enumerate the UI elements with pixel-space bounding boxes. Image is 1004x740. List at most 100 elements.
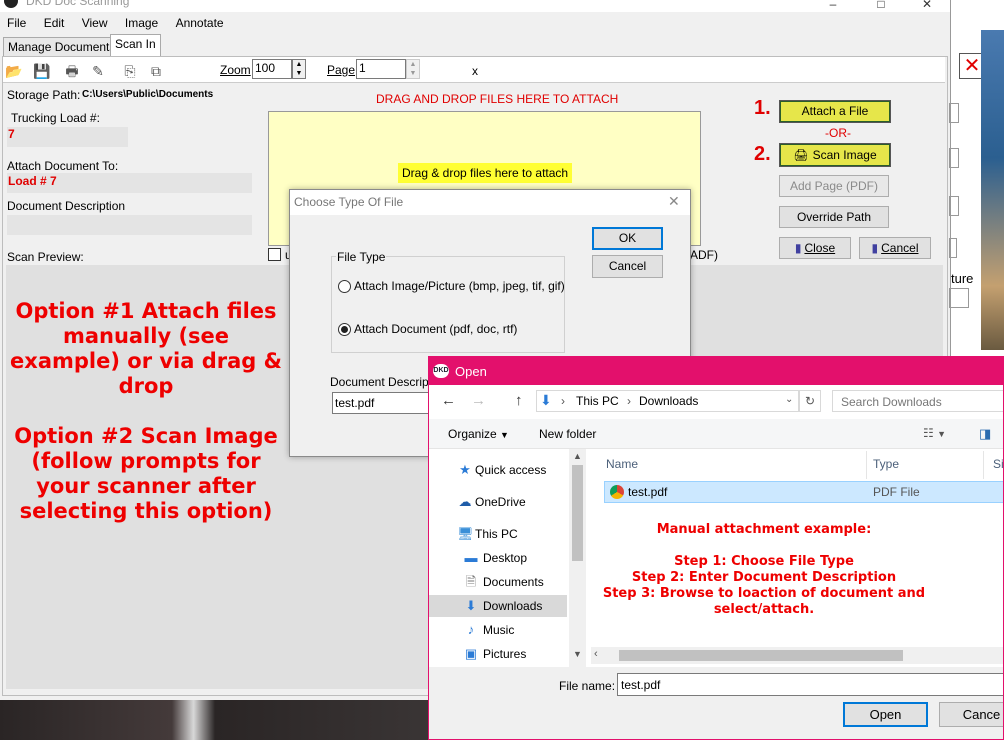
print-icon[interactable]: 🖶 bbox=[62, 62, 82, 80]
doc-desc-label: Document Description bbox=[7, 199, 126, 213]
page-label: Page bbox=[327, 63, 356, 77]
cancel-button[interactable]: ▮ Cancel bbox=[859, 237, 931, 259]
organize-label: Organize bbox=[448, 427, 497, 441]
manual-example-title: Manual attachment example: bbox=[656, 522, 872, 537]
attach-file-button[interactable]: Attach a File bbox=[779, 100, 891, 123]
manual-step-1: Step 1: Choose File Type bbox=[674, 554, 854, 569]
doc-desc-field[interactable] bbox=[7, 215, 252, 235]
choose-dialog-close-icon[interactable]: ✕ bbox=[668, 193, 680, 210]
computer-icon: 🖥 bbox=[457, 526, 474, 541]
menu-file[interactable]: File bbox=[7, 16, 26, 30]
column-size[interactable]: Si bbox=[993, 457, 1003, 471]
ok-button[interactable]: OK bbox=[592, 227, 663, 250]
new-folder-button[interactable]: New folder bbox=[539, 427, 596, 441]
breadcrumb-bar[interactable]: ⬇ › This PC › Downloads ⌄ bbox=[536, 390, 799, 412]
pictures-icon: ▣ bbox=[464, 646, 478, 661]
override-path-label: Override Path bbox=[796, 210, 872, 224]
bg-control bbox=[949, 238, 957, 258]
nav-onedrive[interactable]: ☁ OneDrive bbox=[429, 491, 567, 513]
minimize-button[interactable]: – bbox=[810, 0, 856, 10]
ok-label: OK bbox=[618, 231, 637, 245]
dialog-desc-value: test.pdf bbox=[335, 396, 375, 410]
attach-to-value: Load # 7 bbox=[8, 174, 57, 188]
nav-downloads[interactable]: ⬇ Downloads bbox=[429, 595, 567, 617]
manual-step-2: Step 2: Enter Document Description bbox=[631, 570, 897, 585]
app-icon bbox=[4, 0, 18, 8]
nav-label: Downloads bbox=[483, 599, 543, 613]
nav-this-pc[interactable]: 🖥 This PC bbox=[429, 523, 567, 545]
menu-annotate[interactable]: Annotate bbox=[176, 16, 224, 30]
filename-input[interactable]: test.pdf bbox=[617, 673, 1003, 696]
scroll-thumb[interactable] bbox=[572, 465, 583, 561]
open-title: Open bbox=[455, 364, 487, 379]
nav-desktop[interactable]: ▬ Desktop bbox=[429, 547, 567, 569]
page-input[interactable]: 1 bbox=[356, 59, 406, 79]
choose-cancel-button[interactable]: Cancel bbox=[592, 255, 663, 278]
add-page-label: Add Page (PDF) bbox=[789, 179, 879, 193]
add-page-button[interactable]: Add Page (PDF) bbox=[779, 175, 889, 197]
nav-pictures[interactable]: ▣ Pictures bbox=[429, 643, 567, 665]
back-icon[interactable]: ← bbox=[441, 392, 456, 409]
menu-edit[interactable]: Edit bbox=[44, 16, 65, 30]
choose-dialog-title: Choose Type Of File bbox=[294, 195, 404, 209]
save-icon[interactable]: 💾 bbox=[32, 62, 52, 80]
radio-document[interactable]: Attach Document (pdf, doc, rtf) bbox=[338, 322, 517, 337]
menu-image[interactable]: Image bbox=[125, 16, 158, 30]
scan-preview-label: Scan Preview: bbox=[7, 250, 84, 264]
cancel-label: Cancel bbox=[881, 241, 919, 255]
column-type[interactable]: Type bbox=[873, 457, 899, 471]
chevron-down-icon: ▼ bbox=[500, 430, 509, 440]
checkbox[interactable] bbox=[268, 248, 281, 261]
breadcrumb-downloads[interactable]: Downloads bbox=[639, 394, 698, 408]
nav-scrollbar[interactable]: ▲ ▼ bbox=[569, 449, 586, 667]
scroll-left-icon[interactable]: ‹ bbox=[594, 648, 598, 660]
close-button[interactable]: ▮ Close bbox=[779, 237, 851, 259]
organize-button[interactable]: Organize ▼ bbox=[448, 427, 509, 441]
close-window-button[interactable]: ✕ bbox=[904, 0, 950, 10]
breadcrumb-this-pc[interactable]: This PC bbox=[576, 394, 619, 408]
zoom-input[interactable]: 100 bbox=[252, 59, 292, 79]
view-options-icon[interactable]: ☷ ▼ bbox=[923, 426, 946, 440]
zoom-spinner[interactable]: ▲ ▼ bbox=[292, 59, 306, 79]
maximize-button[interactable]: □ bbox=[858, 0, 904, 10]
chevron-down-icon[interactable]: ⌄ bbox=[785, 394, 793, 405]
nav-documents[interactable]: 🗎 Documents bbox=[429, 571, 567, 593]
nav-label: OneDrive bbox=[475, 495, 526, 509]
scanner-icon[interactable]: ✎ bbox=[88, 62, 108, 80]
scan-image-button[interactable]: 🖨 Scan Image bbox=[779, 143, 891, 167]
radio-image[interactable]: Attach Image/Picture (bmp, jpeg, tif, gi… bbox=[338, 279, 565, 294]
window-title: DKD Doc Scanning bbox=[26, 0, 130, 8]
page-spinner[interactable]: ▲ ▼ bbox=[406, 59, 420, 79]
scan-image-label: Scan Image bbox=[812, 148, 877, 162]
open-folder-icon[interactable]: 📂 bbox=[4, 62, 24, 80]
preview-pane-icon[interactable]: ◨ bbox=[979, 426, 991, 442]
nav-music[interactable]: ♪ Music bbox=[429, 619, 567, 641]
file-type-group bbox=[331, 256, 565, 353]
menu-view[interactable]: View bbox=[82, 16, 108, 30]
column-divider[interactable] bbox=[866, 451, 867, 479]
column-name[interactable]: Name bbox=[606, 457, 638, 471]
forward-icon[interactable]: → bbox=[471, 392, 486, 409]
open-cancel-button[interactable]: Cance bbox=[939, 702, 1003, 727]
rotate-page-icon[interactable]: ⎘ bbox=[120, 62, 140, 80]
horizontal-scrollbar[interactable]: ‹ bbox=[591, 647, 1003, 664]
scroll-down-icon[interactable]: ▼ bbox=[573, 649, 582, 659]
override-path-button[interactable]: Override Path bbox=[779, 206, 889, 228]
drag-drop-header: DRAG AND DROP FILES HERE TO ATTACH bbox=[376, 92, 619, 106]
search-input[interactable]: Search Downloads bbox=[832, 390, 1003, 412]
scroll-up-icon[interactable]: ▲ bbox=[573, 451, 582, 461]
open-button[interactable]: Open bbox=[843, 702, 928, 727]
page-settings-icon[interactable]: ⧉ bbox=[146, 62, 166, 80]
up-icon[interactable]: ↑ bbox=[515, 392, 523, 409]
refresh-button[interactable]: ↻ bbox=[799, 390, 821, 412]
close-label: Close bbox=[804, 241, 836, 255]
column-divider[interactable] bbox=[983, 451, 984, 479]
nav-label: Quick access bbox=[475, 463, 547, 477]
file-row[interactable]: test.pdf PDF File bbox=[604, 481, 1003, 503]
dialog-desc-input[interactable]: test.pdf bbox=[332, 392, 432, 414]
document-icon: 🗎 bbox=[465, 574, 477, 589]
nav-pane: ★ Quick access ☁ OneDrive 🖥 This PC ▬ Deskto… bbox=[429, 449, 587, 667]
chrome-pdf-icon bbox=[610, 485, 624, 499]
scroll-thumb[interactable] bbox=[619, 650, 903, 661]
nav-quick-access[interactable]: ★ Quick access bbox=[429, 459, 567, 481]
